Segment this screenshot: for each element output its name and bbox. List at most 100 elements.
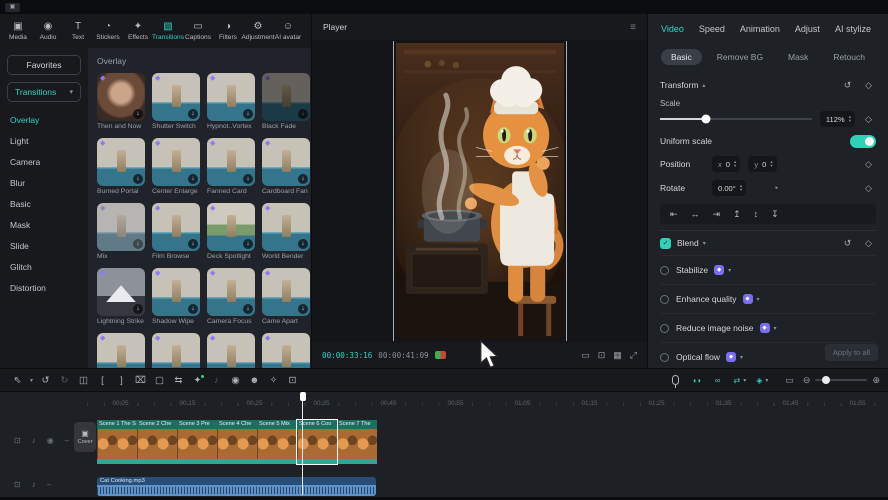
undo-icon[interactable]: ↺ <box>36 375 55 386</box>
split-icon[interactable]: ◫ <box>74 375 93 386</box>
rotate-dial-icon[interactable]: ◔ <box>768 181 783 196</box>
transition-thumbnail[interactable]: ◆ ↓ <box>262 333 310 368</box>
download-icon[interactable]: ↓ <box>298 304 308 314</box>
download-icon[interactable]: ↓ <box>188 109 198 119</box>
position-keyframe-icon[interactable]: ◇ <box>861 157 876 172</box>
inspector-subtab[interactable]: Retouch <box>823 49 875 65</box>
ribbon-tab[interactable]: ⚙ Adjustment <box>243 21 273 41</box>
transition-thumbnail[interactable]: ◆ ↓ <box>152 268 200 316</box>
download-icon[interactable]: ↓ <box>298 174 308 184</box>
inspector-tab[interactable]: Video <box>661 24 684 34</box>
sidebar-category-item[interactable]: Mask <box>7 214 81 235</box>
playhead-handle[interactable] <box>300 392 306 401</box>
align-center-vertical-icon[interactable]: ↕ <box>754 209 759 219</box>
feature-checkbox[interactable] <box>660 266 669 275</box>
scale-slider[interactable] <box>660 118 812 120</box>
favorites-button[interactable]: Favorites <box>7 55 81 75</box>
sidebar-category-item[interactable]: Distortion <box>7 277 81 298</box>
transition-thumbnail[interactable]: ◆ ↓ <box>97 333 145 368</box>
transition-item[interactable]: ◆ ↓ Mix <box>97 203 145 262</box>
reset-blend-icon[interactable]: ↺ <box>840 236 855 251</box>
select-tool-icon[interactable]: ⇖ <box>8 375 27 386</box>
transition-item[interactable]: ◆ ↓ Burned Portal <box>97 138 145 197</box>
zoom-out-icon[interactable]: ⊖ <box>803 375 811 386</box>
fullscreen-icon[interactable]: ⤢ <box>630 350 637 361</box>
transition-thumbnail[interactable]: ◆ ↓ <box>97 203 145 251</box>
transition-item[interactable]: ◆ ↓ Film Browse <box>152 203 200 262</box>
feature-row[interactable]: Stabilize ◆ ▾ <box>660 255 876 284</box>
sidebar-category-item[interactable]: Camera <box>7 151 81 172</box>
download-icon[interactable]: ↓ <box>243 174 253 184</box>
scale-keyframe-icon[interactable]: ◇ <box>861 112 876 127</box>
zoom-in-icon[interactable]: ⊕ <box>872 375 880 386</box>
select-tool-caret[interactable]: ▾ <box>27 377 36 384</box>
transition-item[interactable]: ◆ ↓ <box>97 333 145 368</box>
video-clip[interactable]: Scene 6 Coo <box>297 420 337 464</box>
scale-value-input[interactable]: 112% ▴▾ <box>820 111 855 127</box>
video-track-mute-icon[interactable]: ♪ <box>32 436 36 445</box>
magnet-toggle[interactable]: ◖◗ <box>692 374 705 387</box>
video-clip[interactable]: Scene 1 The S <box>97 420 137 464</box>
download-icon[interactable]: ↓ <box>243 304 253 314</box>
transition-item[interactable]: ◆ ↓ Cardboard Fan <box>262 138 310 197</box>
inspector-tab[interactable]: Animation <box>740 24 780 34</box>
align-bottom-icon[interactable]: ↧ <box>771 209 779 220</box>
avatar-icon[interactable]: ☻ <box>245 375 264 386</box>
video-clip[interactable]: Scene 4 Che <box>217 420 257 464</box>
position-x-input[interactable]: x 0 ▴▾ <box>712 156 740 172</box>
inspector-subtab[interactable]: Remove BG <box>707 49 773 65</box>
ribbon-tab[interactable]: ✦ Effects <box>123 21 153 41</box>
player-menu-icon[interactable]: ≡ <box>630 22 636 33</box>
ribbon-tab[interactable]: T Text <box>63 21 93 41</box>
transition-thumbnail[interactable]: ◆ ↓ <box>262 203 310 251</box>
transform-keyframe-icon[interactable]: ◇ <box>861 78 876 93</box>
transition-item[interactable]: ◆ ↓ Deck Spotlight <box>207 203 255 262</box>
transition-item[interactable]: ◆ ↓ World Bender <box>262 203 310 262</box>
transition-thumbnail[interactable]: ◆ ↓ <box>97 73 145 121</box>
transition-item[interactable]: ◆ ↓ Camera Focus <box>207 268 255 327</box>
feature-checkbox[interactable] <box>660 353 669 362</box>
inspector-tab[interactable]: Adjust <box>795 24 820 34</box>
align-center-horizontal-icon[interactable]: ↔ <box>691 209 700 219</box>
blend-keyframe-icon[interactable]: ◇ <box>861 236 876 251</box>
sidebar-category-item[interactable]: Slide <box>7 235 81 256</box>
display-ratio-icon[interactable]: ▭ <box>581 350 590 361</box>
transition-thumbnail[interactable]: ◆ ↓ <box>207 268 255 316</box>
ribbon-tab[interactable]: ▭ Captions <box>183 21 213 41</box>
reset-transform-icon[interactable]: ↺ <box>840 78 855 93</box>
download-icon[interactable]: ↓ <box>188 174 198 184</box>
transition-thumbnail[interactable]: ◆ ↓ <box>152 333 200 368</box>
effects-icon[interactable]: ✧ <box>264 375 283 386</box>
video-clip[interactable]: Scene 3 Pre <box>177 420 217 464</box>
download-icon[interactable]: ↓ <box>188 239 198 249</box>
sidebar-category-item[interactable]: Basic <box>7 193 81 214</box>
transition-thumbnail[interactable]: ◆ ↓ <box>97 138 145 186</box>
transition-item[interactable]: ◆ ↓ Fanned Card <box>207 138 255 197</box>
video-clip[interactable]: Scene 2 Che <box>137 420 177 464</box>
rotate-stepper[interactable]: ▴▾ <box>740 184 742 193</box>
download-icon[interactable]: ↓ <box>133 109 143 119</box>
download-icon[interactable]: ↓ <box>188 304 198 314</box>
download-icon[interactable]: ↓ <box>133 239 143 249</box>
download-icon[interactable]: ↓ <box>298 239 308 249</box>
transition-item[interactable]: ◆ ↓ <box>152 333 200 368</box>
playhead[interactable] <box>302 392 303 495</box>
transition-thumbnail[interactable]: ◆ ↓ <box>262 73 310 121</box>
transition-item[interactable]: ◆ ↓ Black Fade <box>262 73 310 132</box>
ribbon-tab[interactable]: ◑ Filters <box>213 21 243 41</box>
inspector-tab[interactable]: Speed <box>699 24 725 34</box>
reverse-icon[interactable]: ⇆ <box>169 375 188 386</box>
download-icon[interactable]: ↓ <box>243 109 253 119</box>
transition-thumbnail[interactable]: ◆ ↓ <box>152 138 200 186</box>
ribbon-tab[interactable]: ◉ Audio <box>33 21 63 41</box>
ribbon-tab[interactable]: ◔ Stickers <box>93 21 123 41</box>
inspector-subtab[interactable]: Basic <box>661 49 702 65</box>
link-clips-toggle[interactable]: ∞ <box>715 374 724 387</box>
transform-section-label[interactable]: Transform <box>660 80 698 90</box>
transition-item[interactable]: ◆ ↓ Came Apart <box>262 268 310 327</box>
transition-thumbnail[interactable]: ◆ ↓ <box>262 268 310 316</box>
audio-track-collapse-icon[interactable]: – <box>47 480 51 489</box>
download-icon[interactable]: ↓ <box>133 174 143 184</box>
audio-clip[interactable]: Cat Cooking.mp3 <box>97 477 376 496</box>
align-right-icon[interactable]: ⇥ <box>713 209 721 220</box>
